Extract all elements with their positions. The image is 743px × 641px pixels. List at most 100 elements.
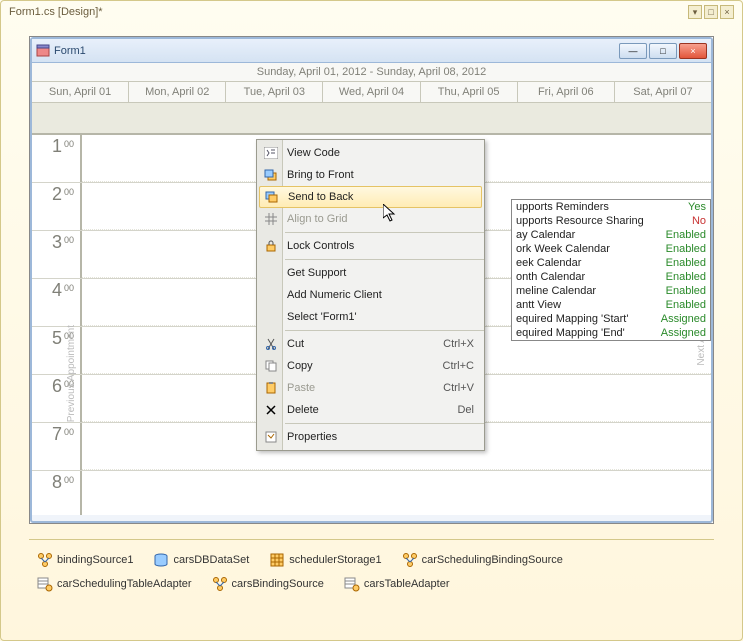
hour-label: 100 (32, 135, 82, 182)
component-icon (212, 576, 228, 592)
context-menu-item[interactable]: Lock Controls (257, 235, 484, 257)
hour-label: 400 (32, 279, 82, 326)
component-label: schedulerStorage1 (289, 554, 381, 566)
smart-panel-row[interactable]: ay CalendarEnabled (512, 228, 710, 242)
smart-panel-key: eek Calendar (516, 257, 666, 269)
smart-tag-panel[interactable]: upports RemindersYesupports Resource Sha… (511, 199, 711, 341)
context-menu-label: View Code (287, 147, 484, 159)
component-item[interactable]: bindingSource1 (37, 552, 133, 568)
outer-title: Form1.cs [Design]* (9, 6, 103, 18)
smart-panel-row[interactable]: antt ViewEnabled (512, 298, 710, 312)
smart-panel-row[interactable]: onth CalendarEnabled (512, 270, 710, 284)
hour-label: 800 (32, 471, 82, 515)
delete-icon (261, 402, 281, 418)
day-column-header[interactable]: Sat, April 07 (615, 82, 711, 102)
context-menu-item: PasteCtrl+V (257, 377, 484, 399)
day-column-header[interactable]: Tue, April 03 (226, 82, 323, 102)
component-item[interactable]: schedulerStorage1 (269, 552, 381, 568)
smart-panel-row[interactable]: equired Mapping 'End'Assigned (512, 326, 710, 340)
form-maximize-button[interactable]: □ (649, 43, 677, 59)
outer-close-icon[interactable]: × (720, 5, 734, 19)
day-column-header[interactable]: Wed, April 04 (323, 82, 420, 102)
props-icon (261, 429, 281, 445)
context-menu-shortcut: Ctrl+X (443, 338, 484, 350)
smart-panel-key: equired Mapping 'Start' (516, 313, 661, 325)
smart-panel-row[interactable]: ork Week CalendarEnabled (512, 242, 710, 256)
smart-panel-value: Enabled (666, 257, 706, 269)
context-menu-item[interactable]: CutCtrl+X (257, 333, 484, 355)
context-menu-item[interactable]: Properties (257, 426, 484, 448)
context-menu-shortcut: Ctrl+V (443, 382, 484, 394)
context-menu-separator (285, 259, 484, 260)
form-titlebar[interactable]: Form1 — □ × (32, 39, 711, 63)
smart-panel-value: Assigned (661, 313, 706, 325)
smart-panel-value: Enabled (666, 285, 706, 297)
day-column-header[interactable]: Thu, April 05 (421, 82, 518, 102)
copy-icon (261, 358, 281, 374)
context-menu-shortcut: Del (457, 404, 484, 416)
smart-panel-key: meline Calendar (516, 285, 666, 297)
context-menu-item[interactable]: Get Support (257, 262, 484, 284)
context-menu-label: Align to Grid (287, 213, 484, 225)
component-label: carsTableAdapter (364, 578, 450, 590)
context-menu-item[interactable]: View Code (257, 142, 484, 164)
code-icon (261, 145, 281, 161)
component-icon (402, 552, 418, 568)
day-column-header[interactable]: Sun, April 01 (32, 82, 129, 102)
context-menu-item[interactable]: DeleteDel (257, 399, 484, 421)
paste-icon (261, 380, 281, 396)
smart-panel-key: equired Mapping 'End' (516, 327, 661, 339)
component-item[interactable]: carsBindingSource (212, 576, 324, 592)
form-close-button[interactable]: × (679, 43, 707, 59)
component-icon (344, 576, 360, 592)
context-menu-shortcut: Ctrl+C (443, 360, 484, 372)
context-menu-item[interactable]: CopyCtrl+C (257, 355, 484, 377)
smart-panel-key: ay Calendar (516, 229, 666, 241)
component-icon (37, 552, 53, 568)
context-menu-separator (285, 232, 484, 233)
allday-area[interactable] (32, 103, 711, 135)
hour-row[interactable]: 800 (32, 471, 711, 515)
cut-icon (261, 336, 281, 352)
context-menu-item[interactable]: Send to Back (259, 186, 482, 208)
component-item[interactable]: carsDBDataSet (153, 552, 249, 568)
smart-panel-row[interactable]: eek CalendarEnabled (512, 256, 710, 270)
context-menu-label: Delete (287, 404, 457, 416)
context-menu-separator (285, 330, 484, 331)
component-item[interactable]: carSchedulingTableAdapter (37, 576, 192, 592)
hour-label: 200 (32, 183, 82, 230)
outer-maximize-icon[interactable]: □ (704, 5, 718, 19)
smart-panel-value: Enabled (666, 271, 706, 283)
context-menu-item[interactable]: Bring to Front (257, 164, 484, 186)
smart-panel-value: Yes (688, 201, 706, 213)
day-column-header[interactable]: Mon, April 02 (129, 82, 226, 102)
context-menu-item[interactable]: Select 'Form1' (257, 306, 484, 328)
smart-panel-row[interactable]: meline CalendarEnabled (512, 284, 710, 298)
component-item[interactable]: carSchedulingBindingSource (402, 552, 563, 568)
smart-panel-row[interactable]: equired Mapping 'Start'Assigned (512, 312, 710, 326)
prev-appointment-label[interactable]: Previous Appointment (66, 325, 77, 422)
smart-panel-value: Enabled (666, 299, 706, 311)
context-menu-label: Paste (287, 382, 443, 394)
component-icon (153, 552, 169, 568)
lock-icon (261, 238, 281, 254)
smart-panel-value: No (692, 215, 706, 227)
smart-panel-row[interactable]: upports Resource SharingNo (512, 214, 710, 228)
context-menu-item[interactable]: Add Numeric Client (257, 284, 484, 306)
smart-panel-value: Assigned (661, 327, 706, 339)
smart-panel-key: onth Calendar (516, 271, 666, 283)
form-minimize-button[interactable]: — (619, 43, 647, 59)
context-menu-label: Select 'Form1' (287, 311, 484, 323)
outer-restore-icon[interactable]: ▾ (688, 5, 702, 19)
component-item[interactable]: carsTableAdapter (344, 576, 450, 592)
smart-panel-value: Enabled (666, 229, 706, 241)
form-icon (36, 44, 50, 58)
context-menu-label: Copy (287, 360, 443, 372)
context-menu-item: Align to Grid (257, 208, 484, 230)
context-menu-label: Bring to Front (287, 169, 484, 181)
day-column-header[interactable]: Fri, April 06 (518, 82, 615, 102)
smart-panel-row[interactable]: upports RemindersYes (512, 200, 710, 214)
smart-panel-value: Enabled (666, 243, 706, 255)
component-label: carSchedulingBindingSource (422, 554, 563, 566)
grid-icon (261, 211, 281, 227)
